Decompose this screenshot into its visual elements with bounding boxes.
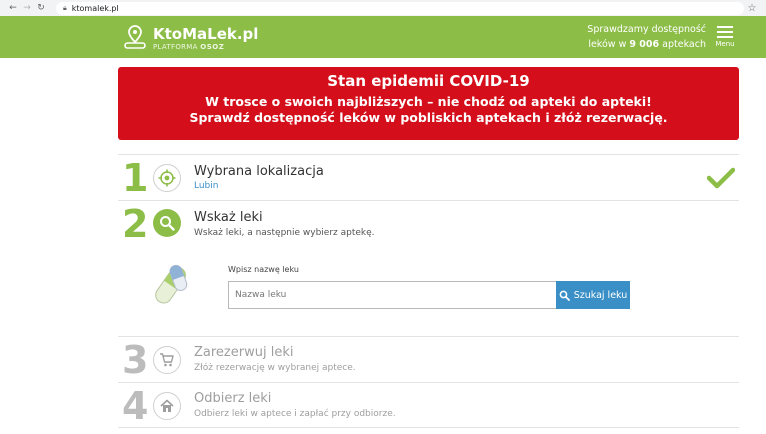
step-description: Złóż rezerwację w wybranej aptece. <box>194 363 356 373</box>
browser-toolbar: ← → ↻ 🔒︎ ktomalek.pl ☆ <box>0 0 766 16</box>
logo-icon[interactable] <box>122 24 148 50</box>
star-icon[interactable]: ☆ <box>744 3 760 14</box>
logo-subtitle: PLATFORMA OSOZ <box>153 43 225 51</box>
availability-line1: Sprawdzamy dostępność <box>587 24 706 35</box>
logo-title[interactable]: KtoMaLek.pl <box>153 25 258 43</box>
pills-icon <box>155 264 188 304</box>
search-label: Wpisz nazwę leku <box>228 265 299 274</box>
step-number: 2 <box>122 202 149 246</box>
step-number: 4 <box>122 384 149 428</box>
hamburger-icon <box>717 26 733 38</box>
step-choose-medicine: 2 Wskaż leki Wskaż leki, a następnie wyb… <box>118 200 739 336</box>
menu-button[interactable]: Menu <box>713 24 737 48</box>
forward-icon[interactable]: → <box>20 3 34 13</box>
pharmacy-count: 9 006 <box>629 39 660 50</box>
step-pickup: 4 Odbierz leki Odbierz leki w aptece i z… <box>118 382 739 428</box>
covid-line-2: Sprawdź dostępność leków w pobliskich ap… <box>189 110 668 125</box>
search-icon <box>153 209 181 237</box>
step-reserve: 3 Zarezerwuj leki Złóż rezerwację w wybr… <box>118 336 739 382</box>
address-bar[interactable]: 🔒︎ ktomalek.pl <box>56 1 744 15</box>
reload-icon[interactable]: ↻ <box>34 3 48 13</box>
step-title: Zarezerwuj leki <box>194 345 294 360</box>
cart-icon <box>153 346 181 374</box>
step-number: 1 <box>122 156 149 200</box>
medicine-search-input[interactable] <box>228 281 556 309</box>
back-icon[interactable]: ← <box>6 3 20 13</box>
checkmark-icon <box>707 167 735 189</box>
step-number: 3 <box>122 338 149 382</box>
availability-info: Sprawdzamy dostępność leków w 9 006 apte… <box>587 22 706 52</box>
availability-line2: leków w 9 006 aptekach <box>588 39 706 50</box>
url-text: ktomalek.pl <box>71 3 119 13</box>
steps-list: 1 Wybrana lokalizacja Lubin 2 Wskaż leki <box>118 154 739 428</box>
site-header: KtoMaLek.pl PLATFORMA OSOZ Sprawdzamy do… <box>0 16 766 58</box>
magnifier-icon <box>559 290 570 301</box>
step-description: Odbierz leki w aptece i zapłać przy odbi… <box>194 409 396 419</box>
menu-label: Menu <box>715 40 735 48</box>
location-target-icon <box>153 164 181 192</box>
selected-location-link[interactable]: Lubin <box>194 181 218 191</box>
step-title: Odbierz leki <box>194 391 272 406</box>
search-button[interactable]: Szukaj leku <box>556 281 630 309</box>
step-location: 1 Wybrana lokalizacja Lubin <box>118 154 739 200</box>
step-description: Wskaż leki, a następnie wybierz aptekę. <box>194 228 375 238</box>
covid-title: Stan epidemii COVID-19 <box>327 72 530 90</box>
home-icon <box>153 392 181 420</box>
covid-line-1: W trosce o swoich najbliższych – nie cho… <box>205 94 652 109</box>
search-button-label: Szukaj leku <box>573 289 628 301</box>
step-title: Wskaż leki <box>194 210 263 225</box>
covid-banner: Stan epidemii COVID-19 W trosce o swoich… <box>118 67 739 140</box>
step-title: Wybrana lokalizacja <box>194 164 324 179</box>
lock-icon: 🔒︎ <box>63 3 67 12</box>
